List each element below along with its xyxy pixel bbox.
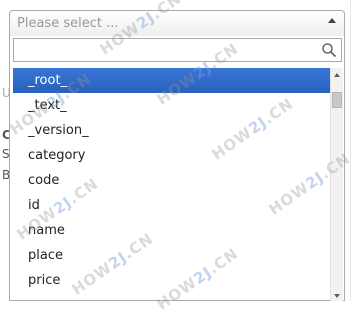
category-select[interactable]: Please select ... [9, 10, 345, 36]
caret-up-icon[interactable] [328, 18, 336, 23]
options-scrollbar[interactable] [330, 68, 343, 301]
background-page-edge [350, 0, 351, 301]
scroll-thumb[interactable] [332, 92, 342, 108]
search-field[interactable] [13, 38, 342, 62]
option-item[interactable]: price [13, 268, 330, 293]
search-icon [322, 43, 337, 58]
option-item[interactable]: category [13, 143, 330, 168]
option-item[interactable]: id [13, 193, 330, 218]
option-item[interactable]: name [13, 218, 330, 243]
scroll-down-arrow-icon[interactable] [334, 294, 340, 298]
option-item[interactable]: place [13, 243, 330, 268]
options-list: _root_ _text_ _version_ category code id name p… [13, 68, 330, 301]
option-item[interactable]: _root_ [13, 68, 330, 93]
search-input[interactable] [14, 39, 322, 61]
select-dropdown: _root_ _text_ _version_ category code id name p… [9, 36, 345, 301]
scroll-up-arrow-icon[interactable] [334, 73, 340, 77]
option-item[interactable]: _version_ [13, 118, 330, 143]
option-item[interactable]: code [13, 168, 330, 193]
option-item[interactable]: _text_ [13, 93, 330, 118]
select-placeholder: Please select ... [17, 16, 119, 31]
